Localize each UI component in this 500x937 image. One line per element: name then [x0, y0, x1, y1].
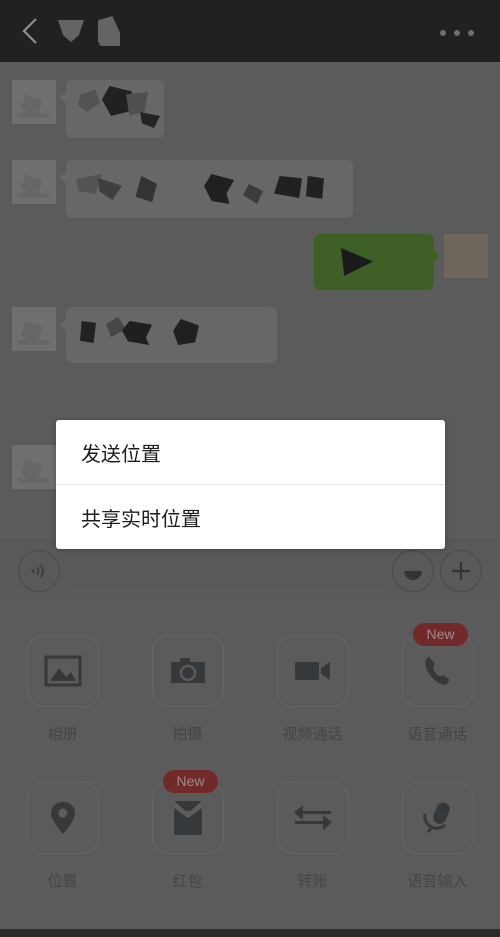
dialog-item-share-live-location[interactable]: 共享实时位置 — [56, 485, 445, 549]
location-action-sheet: 发送位置 共享实时位置 — [56, 420, 445, 549]
system-bottom-bar — [0, 929, 500, 937]
dialog-item-send-location[interactable]: 发送位置 — [56, 420, 445, 484]
